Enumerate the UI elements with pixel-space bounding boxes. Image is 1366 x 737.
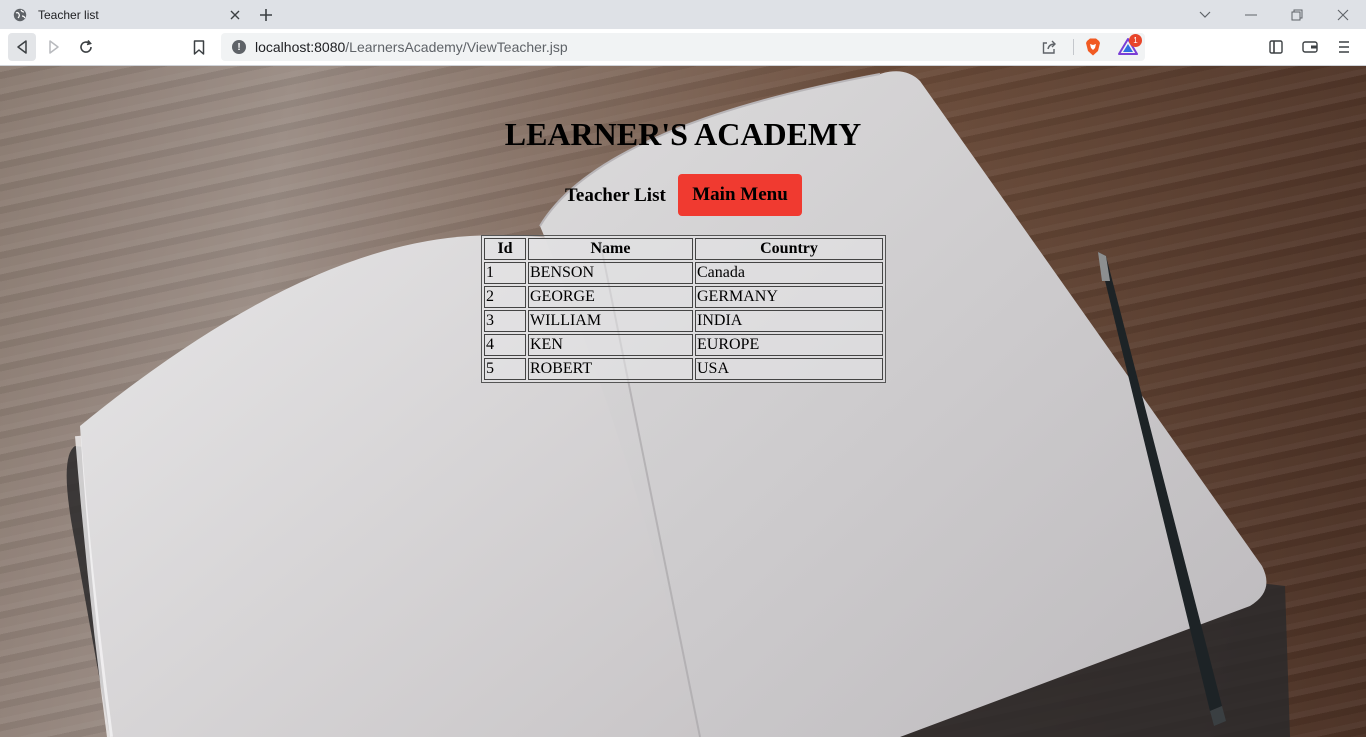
cell-name: GEORGE xyxy=(528,286,693,308)
cell-id: 1 xyxy=(484,262,526,284)
page-viewport: LEARNER'S ACADEMY Teacher List Main Menu… xyxy=(0,66,1366,737)
column-header-country: Country xyxy=(695,238,883,260)
rewards-count-badge: 1 xyxy=(1129,34,1142,47)
table-row: 5 ROBERT USA xyxy=(484,358,883,380)
tab-strip: Teacher list xyxy=(0,0,1366,29)
omnibox-divider xyxy=(1073,39,1074,55)
table-row: 4 KEN EUROPE xyxy=(484,334,883,356)
restore-button[interactable] xyxy=(1274,0,1320,29)
back-button[interactable] xyxy=(8,33,36,61)
wallet-icon[interactable] xyxy=(1296,33,1324,61)
globe-icon xyxy=(12,7,28,23)
minimize-button[interactable] xyxy=(1228,0,1274,29)
table-row: 3 WILLIAM INDIA xyxy=(484,310,883,332)
cell-country: Canada xyxy=(695,262,883,284)
reload-button[interactable] xyxy=(72,33,100,61)
teacher-list-heading: Teacher List xyxy=(565,185,666,206)
page-title: LEARNER'S ACADEMY xyxy=(504,116,862,152)
url-text: localhost:8080/LearnersAcademy/ViewTeach… xyxy=(255,39,568,55)
cell-name: WILLIAM xyxy=(528,310,693,332)
brave-shields-icon[interactable] xyxy=(1083,37,1103,57)
teacher-table: Id Name Country 1 BENSON Canada 2 GEORGE… xyxy=(481,235,886,383)
cell-country: GERMANY xyxy=(695,286,883,308)
url-path: /LearnersAcademy/ViewTeacher.jsp xyxy=(345,39,568,55)
cell-country: USA xyxy=(695,358,883,380)
share-icon[interactable] xyxy=(1039,37,1059,57)
cell-id: 2 xyxy=(484,286,526,308)
cell-name: BENSON xyxy=(528,262,693,284)
browser-tab[interactable]: Teacher list xyxy=(0,0,249,29)
column-header-id: Id xyxy=(484,238,526,260)
cell-name: ROBERT xyxy=(528,358,693,380)
cell-country: INDIA xyxy=(695,310,883,332)
sidebar-icon[interactable] xyxy=(1262,33,1290,61)
cell-id: 4 xyxy=(484,334,526,356)
table-header-row: Id Name Country xyxy=(484,238,883,260)
tab-title: Teacher list xyxy=(38,7,99,22)
cell-id: 5 xyxy=(484,358,526,380)
column-header-name: Name xyxy=(528,238,693,260)
close-window-button[interactable] xyxy=(1320,0,1366,29)
page-content: LEARNER'S ACADEMY Teacher List Main Menu… xyxy=(0,66,1366,737)
table-row: 1 BENSON Canada xyxy=(484,262,883,284)
forward-button[interactable] xyxy=(40,33,68,61)
cell-name: KEN xyxy=(528,334,693,356)
url-host: localhost:8080 xyxy=(255,39,346,55)
menu-icon[interactable] xyxy=(1330,33,1358,61)
new-tab-button[interactable] xyxy=(255,4,277,26)
cell-country: EUROPE xyxy=(695,334,883,356)
tab-search-chevron-icon[interactable] xyxy=(1182,0,1228,29)
address-bar[interactable]: ! localhost:8080/LearnersAcademy/ViewTea… xyxy=(221,33,1145,61)
bookmark-icon[interactable] xyxy=(185,33,213,61)
cell-id: 3 xyxy=(484,310,526,332)
main-menu-button[interactable]: Main Menu xyxy=(678,174,802,216)
browser-toolbar: ! localhost:8080/LearnersAcademy/ViewTea… xyxy=(0,29,1366,66)
close-tab-icon[interactable] xyxy=(225,5,245,25)
table-row: 2 GEORGE GERMANY xyxy=(484,286,883,308)
site-info-icon[interactable]: ! xyxy=(232,40,246,54)
